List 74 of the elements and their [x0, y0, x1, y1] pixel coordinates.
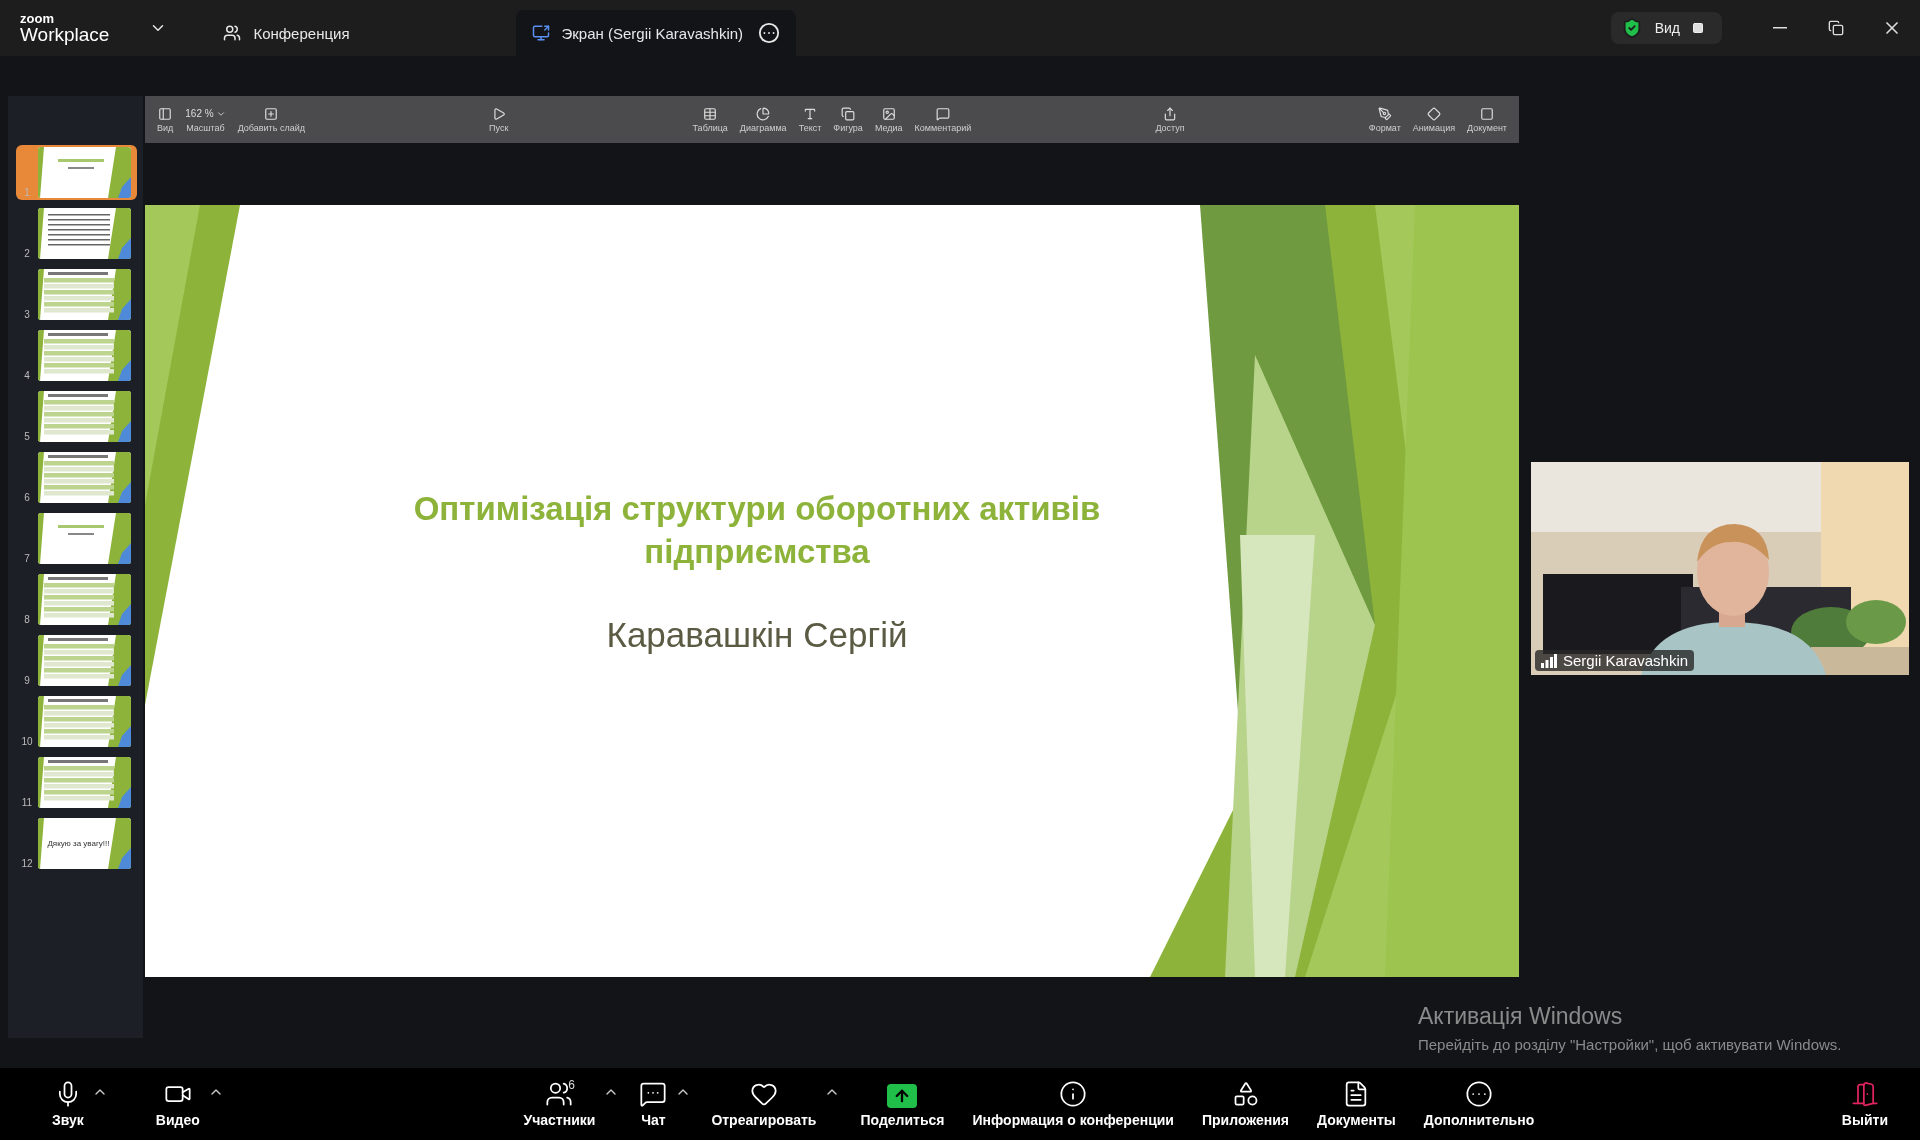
slide-number: 1 [23, 187, 31, 200]
logo-text: zoom [20, 12, 55, 25]
toolbar-item[interactable]: Анимация [1410, 106, 1458, 133]
thumbnail-text: Дякую за увагу!!! [47, 839, 110, 848]
leave-icon [1850, 1080, 1879, 1108]
toolbar-item[interactable]: Комментарий [912, 106, 974, 133]
activation-text: Перейдіть до розділу "Настройки", щоб активувати Windows. [1418, 1035, 1843, 1055]
toolbar-button[interactable]: Дополнительно [1415, 1080, 1543, 1128]
toolbar-button[interactable]: Отреагировать [703, 1080, 825, 1128]
table-icon [703, 106, 718, 121]
participant-name: Sergii Karavashkin [1563, 652, 1689, 669]
slide-number: 6 [23, 492, 31, 505]
comment-icon [935, 106, 950, 121]
slide-number: 10 [20, 736, 34, 749]
activation-title: Активація Windows [1418, 1003, 1624, 1030]
toolbar-item[interactable]: Доступ [1153, 106, 1187, 133]
toolbar-item[interactable]: Таблица [690, 106, 730, 133]
toolbar-item[interactable]: 162 % Масштаб [183, 106, 228, 133]
text-icon [802, 106, 817, 121]
tab[interactable]: Экран (Sergii Karavashkin) [515, 10, 796, 56]
toolbar-item[interactable]: Диаграмма [737, 106, 789, 133]
animate-icon [1426, 106, 1441, 121]
info-icon [1059, 1080, 1088, 1108]
toolbar-button[interactable]: Участники 6 [515, 1080, 604, 1128]
participants-icon [545, 1080, 574, 1108]
play-icon [491, 106, 506, 121]
slide-author: Каравашкін Сергій [606, 615, 908, 655]
chat-icon [639, 1080, 668, 1108]
slide-title: Оптимізація структури оборотних активів підприємства [412, 489, 1102, 572]
layout-icon [1692, 22, 1704, 34]
slide-number: 9 [23, 675, 31, 688]
add-icon [264, 106, 279, 121]
media-icon [881, 106, 896, 121]
slide-number: 7 [23, 553, 31, 566]
slide-number: 5 [23, 431, 31, 444]
restore-icon [1828, 20, 1844, 36]
more-icon [1465, 1080, 1493, 1108]
slide-number: 11 [20, 797, 34, 810]
share-screen-icon [887, 1084, 918, 1108]
slide-number: 8 [23, 614, 31, 627]
toolbar-item[interactable]: Пуск [487, 106, 511, 133]
toolbar-item[interactable]: Текст [796, 106, 824, 133]
sidebar-icon [158, 106, 173, 121]
toolbar-button[interactable]: Выйти [1833, 1080, 1896, 1128]
toolbar-button[interactable]: Чат [631, 1080, 676, 1128]
view-button[interactable]: Вид [1610, 12, 1722, 44]
slide-number: 3 [23, 309, 31, 322]
participant-count: 6 [568, 1078, 575, 1092]
tab[interactable]: Конференция [207, 10, 366, 56]
slide-number: 12 [20, 858, 34, 871]
toolbar-item[interactable]: Добавить слайд [235, 106, 307, 133]
minimize-icon [1773, 27, 1787, 29]
signal-icon [1541, 653, 1557, 668]
slide-number: 2 [23, 248, 31, 261]
slide-number: 4 [23, 370, 31, 383]
people-icon [223, 24, 242, 42]
toolbar-item[interactable]: Фигура [831, 106, 865, 133]
document-icon [1480, 106, 1495, 121]
logo-text: Workplace [20, 25, 110, 44]
toolbar-button[interactable]: Приложения [1193, 1080, 1298, 1128]
toolbar-item[interactable]: Документ [1465, 106, 1509, 133]
more-icon [757, 22, 780, 44]
toolbar-button[interactable]: Документы [1309, 1080, 1404, 1128]
toolbar-button[interactable]: Поделиться [852, 1084, 953, 1128]
toolbar-item[interactable]: Вид [155, 106, 176, 133]
screen-icon [531, 24, 550, 42]
toolbar-item[interactable]: Медиа [872, 106, 905, 133]
toolbar-button[interactable]: Информация о конференции [964, 1080, 1182, 1128]
chart-icon [756, 106, 771, 121]
share-icon [1163, 106, 1178, 121]
format-icon [1377, 106, 1392, 121]
toolbar-button[interactable]: Звук [44, 1080, 92, 1128]
toolbar-button[interactable]: Видео [147, 1080, 208, 1128]
toolbar-item[interactable]: Формат [1366, 106, 1403, 133]
